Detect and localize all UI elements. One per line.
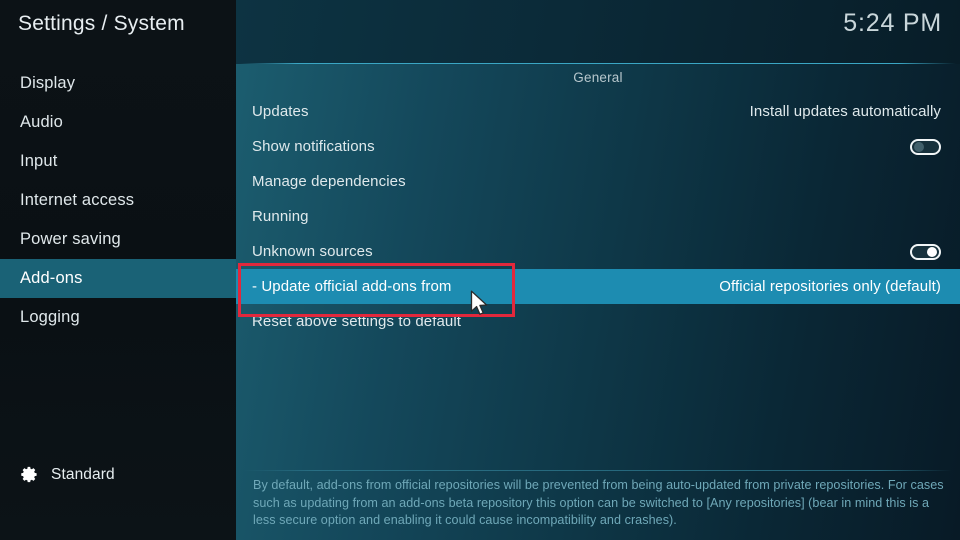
setting-row-unknown-sources[interactable]: Unknown sources [236,234,960,269]
setting-row-label: Show notifications [252,138,375,155]
setting-help-text: By default, add-ons from official reposi… [253,478,944,527]
sidebar-item-add-ons[interactable]: Add-ons [0,259,236,298]
sidebar-item-label: Power saving [20,230,121,248]
sidebar-item-internet-access[interactable]: Internet access [0,181,236,220]
toggle-knob [927,246,937,257]
main-panel: 5:24 PM General Updates Install updates a… [236,0,960,540]
sidebar-item-label: Input [20,152,58,170]
sidebar-item-audio[interactable]: Audio [0,103,236,142]
setting-row-label: - Update official add-ons from [252,278,452,295]
setting-row-label: Updates [252,103,309,120]
clock: 5:24 PM [843,9,942,37]
sidebar-item-logging[interactable]: Logging [0,298,236,337]
setting-row-show-notifications[interactable]: Show notifications [236,129,960,164]
settings-group-title: General [573,70,623,85]
toggle-knob [914,141,924,152]
sidebar-item-label: Add-ons [20,269,83,287]
sidebar-item-display[interactable]: Display [0,64,236,103]
setting-row-value: Official repositories only (default) [719,278,941,295]
sidebar-item-label: Internet access [20,191,135,209]
sidebar-item-power-saving[interactable]: Power saving [0,220,236,259]
setting-row-running[interactable]: Running [236,199,960,234]
setting-row-reset-above-settings-to-default[interactable]: Reset above settings to default [236,304,960,339]
sidebar: Settings / System Display Audio Input Inter… [0,0,236,540]
settings-level-selector[interactable]: Standard [20,465,115,484]
sidebar-item-label: Audio [20,113,63,131]
setting-row-label: Running [252,208,309,225]
setting-row-label: Reset above settings to default [252,313,462,330]
setting-row-manage-dependencies[interactable]: Manage dependencies [236,164,960,199]
settings-row-list: Updates Install updates automatically Show… [236,94,960,339]
setting-row-value: Install updates automatically [749,103,941,120]
settings-level-label: Standard [51,465,115,483]
footer-divider [244,470,952,471]
page-title: Settings / System [18,12,185,35]
sidebar-item-input[interactable]: Input [0,142,236,181]
toggle-switch-off[interactable] [910,138,941,155]
setting-row-label: Unknown sources [252,243,373,260]
gear-icon [21,466,37,483]
sidebar-item-label: Display [20,74,76,92]
sidebar-category-list: Display Audio Input Internet access Power sa… [0,64,236,337]
setting-row-updates[interactable]: Updates Install updates automatically [236,94,960,129]
toggle-switch-on[interactable] [910,243,941,260]
main-header: 5:24 PM [236,0,960,64]
kodi-settings-window: Settings / System Display Audio Input Inter… [0,0,960,540]
setting-row-update-official-add-ons-from[interactable]: - Update official add-ons from Official r… [236,269,960,304]
header-divider [240,63,956,64]
setting-row-label: Manage dependencies [252,173,406,190]
sidebar-item-label: Logging [20,308,80,326]
